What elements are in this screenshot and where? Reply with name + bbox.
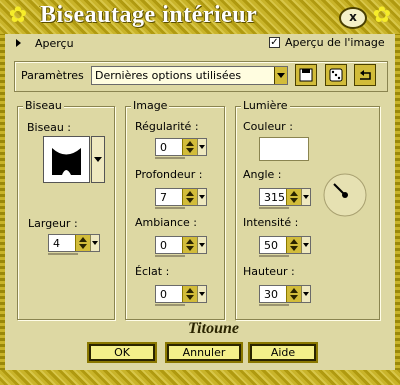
depth-value: 7	[160, 191, 167, 204]
shininess-stepper[interactable]: 0	[155, 285, 207, 303]
light-group-title: Lumière	[241, 99, 290, 112]
expand-arrow-icon[interactable]	[15, 38, 23, 48]
chevron-down-icon[interactable]	[301, 189, 310, 205]
light-intensity-value: 50	[264, 239, 278, 252]
chevron-down-icon[interactable]	[197, 237, 206, 253]
chevron-down-icon[interactable]	[91, 136, 105, 183]
light-angle-stepper[interactable]: 315	[259, 188, 311, 206]
light-angle-slider[interactable]	[259, 207, 289, 209]
smoothness-label: Régularité :	[135, 120, 199, 133]
bevel-width-label: Largeur :	[28, 217, 78, 230]
spin-arrows-icon[interactable]	[182, 286, 197, 302]
bevel-width-slider[interactable]	[48, 253, 78, 255]
chevron-down-icon[interactable]	[197, 139, 206, 155]
bottom-border	[0, 370, 400, 385]
bevel-width-stepper[interactable]: 4	[48, 234, 100, 252]
window-title: Biseautage intérieur	[40, 2, 258, 28]
spin-arrows-icon[interactable]	[182, 139, 197, 155]
shininess-value: 0	[160, 288, 167, 301]
chevron-down-icon[interactable]	[197, 189, 206, 205]
chevron-down-icon[interactable]	[274, 67, 287, 84]
depth-slider[interactable]	[155, 207, 185, 209]
settings-select-value: Dernières options utilisées	[95, 69, 242, 82]
chevron-down-icon[interactable]	[301, 237, 310, 253]
dialog-window: ✿ Biseautage intérieur x ✿ Aperçu ✓ Aper…	[0, 0, 400, 385]
smoothness-stepper[interactable]: 0	[155, 138, 207, 156]
spin-arrows-icon[interactable]	[75, 235, 90, 251]
light-intensity-slider[interactable]	[259, 255, 289, 257]
depth-stepper[interactable]: 7	[155, 188, 207, 206]
spin-arrows-icon[interactable]	[182, 237, 197, 253]
chevron-down-icon[interactable]	[197, 286, 206, 302]
flower-left-icon: ✿	[8, 3, 28, 28]
light-color-label: Couleur :	[243, 120, 293, 133]
light-color-swatch[interactable]	[259, 137, 309, 161]
light-angle-value: 315	[264, 191, 285, 204]
preview-toggle-label[interactable]: Aperçu	[35, 37, 74, 50]
ambience-label: Ambiance :	[135, 216, 198, 229]
light-intensity-stepper[interactable]: 50	[259, 236, 311, 254]
help-button[interactable]: Aide	[248, 342, 318, 363]
ambience-stepper[interactable]: 0	[155, 236, 207, 254]
random-dice-icon[interactable]	[325, 64, 347, 86]
bevel-width-value: 4	[53, 237, 60, 250]
save-preset-icon[interactable]	[295, 64, 317, 86]
settings-select[interactable]: Dernières options utilisées	[91, 66, 288, 85]
light-intensity-label: Intensité :	[243, 216, 299, 229]
light-elevation-label: Hauteur :	[243, 265, 295, 278]
ambience-value: 0	[160, 239, 167, 252]
chevron-down-icon[interactable]	[90, 235, 99, 251]
bevel-group-title: Biseau	[23, 99, 64, 112]
reset-icon[interactable]	[354, 64, 376, 86]
bevel-shape-select[interactable]	[43, 136, 105, 183]
right-border	[395, 34, 400, 380]
image-group-title: Image	[131, 99, 170, 112]
light-elevation-slider[interactable]	[259, 304, 289, 306]
watermark-signature: Titoune	[188, 320, 239, 337]
title-bar[interactable]: ✿ Biseautage intérieur x ✿	[0, 0, 400, 34]
bevel-preview	[43, 136, 90, 183]
cancel-button[interactable]: Annuler	[165, 342, 243, 363]
flower-right-icon: ✿	[372, 3, 392, 28]
spin-arrows-icon[interactable]	[182, 189, 197, 205]
ambience-slider[interactable]	[155, 255, 185, 257]
settings-label: Paramètres	[21, 69, 84, 82]
preview-checkbox-label[interactable]: Aperçu de l'image	[285, 36, 385, 49]
light-elevation-stepper[interactable]: 30	[259, 285, 311, 303]
ok-button[interactable]: OK	[87, 342, 157, 363]
angle-dial[interactable]	[322, 172, 368, 218]
dialog-body: Aperçu ✓ Aperçu de l'image Paramètres De…	[5, 34, 395, 380]
shininess-slider[interactable]	[155, 304, 185, 306]
chevron-down-icon[interactable]	[301, 286, 310, 302]
close-button[interactable]: x	[339, 7, 367, 29]
preview-checkbox[interactable]: ✓	[269, 37, 280, 48]
depth-label: Profondeur :	[135, 168, 203, 181]
light-angle-label: Angle :	[243, 168, 282, 181]
light-elevation-value: 30	[264, 288, 278, 301]
smoothness-slider[interactable]	[155, 157, 185, 159]
shininess-label: Éclat :	[135, 265, 170, 278]
smoothness-value: 0	[160, 141, 167, 154]
bevel-label: Biseau :	[27, 121, 72, 134]
spin-arrows-icon[interactable]	[286, 286, 301, 302]
spin-arrows-icon[interactable]	[286, 237, 301, 253]
spin-arrows-icon[interactable]	[286, 189, 301, 205]
